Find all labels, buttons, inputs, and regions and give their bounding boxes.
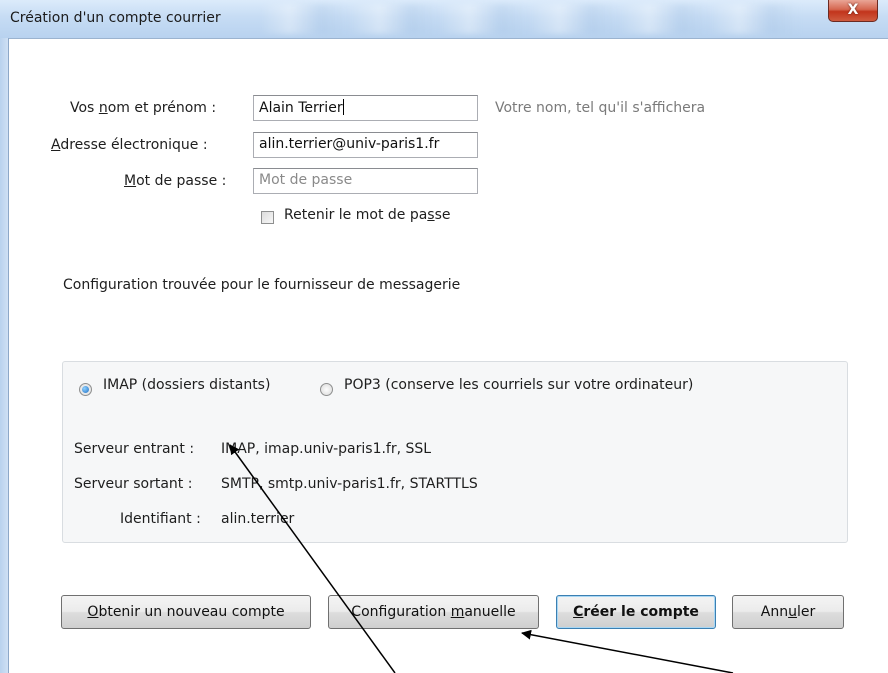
arrow-to-incoming-server bbox=[229, 444, 396, 673]
arrow-to-manual-config bbox=[521, 629, 734, 673]
account-setup-window: Création d'un compte courrier X Vos nom … bbox=[0, 0, 888, 673]
annotation-arrows bbox=[229, 444, 734, 673]
